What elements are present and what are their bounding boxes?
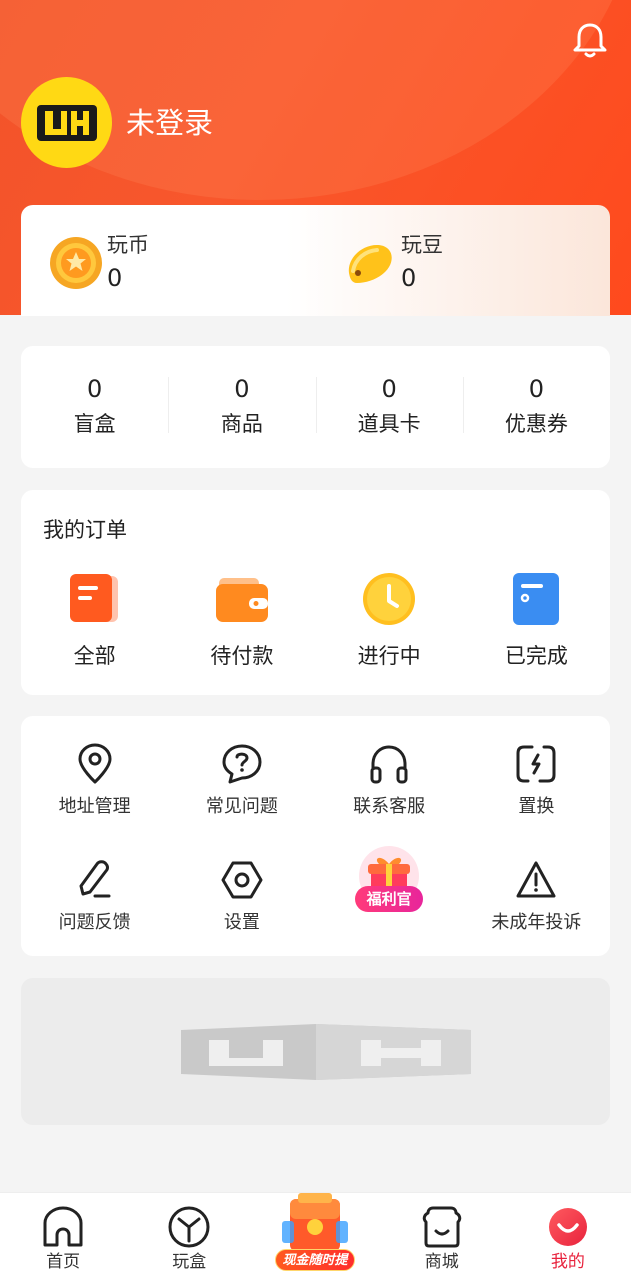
tab-mine[interactable]: 我的 [505, 1193, 631, 1280]
tab-label: 首页 [46, 1252, 81, 1272]
stat-value: 0 [234, 375, 250, 403]
tab-playbox[interactable]: 玩盒 [126, 1193, 252, 1280]
stat-value: 0 [528, 375, 545, 403]
wallet-icon [215, 578, 268, 622]
avatar[interactable] [21, 77, 112, 168]
stat-value: 0 [381, 375, 397, 403]
bell-icon[interactable] [570, 20, 610, 60]
beans-label: 玩豆 [401, 233, 443, 257]
coins-value: 0 [107, 264, 123, 292]
warning-icon [516, 861, 556, 898]
tool-settings[interactable]: 设置 [168, 858, 315, 936]
hexagon-settings-icon [221, 861, 263, 899]
stat-label: 盲盒 [73, 412, 116, 436]
stat-label: 商品 [220, 412, 263, 436]
home-icon [43, 1206, 83, 1247]
orders-title: 我的订单 [43, 518, 127, 542]
coins-balance[interactable]: 玩币 0 [49, 227, 249, 297]
coins-label: 玩币 [107, 233, 149, 257]
tab-home[interactable]: 首页 [0, 1193, 126, 1280]
box-icon [168, 1206, 210, 1248]
stat-goods[interactable]: 0 商品 [168, 373, 315, 441]
tool-faq[interactable]: 常见问题 [168, 742, 315, 820]
tool-label: 设置 [223, 912, 260, 933]
headphones-icon [370, 745, 408, 784]
tab-label: 我的 [550, 1252, 585, 1272]
stat-label: 优惠券 [504, 412, 568, 436]
beans-value: 0 [401, 264, 417, 292]
tool-label: 常见问题 [205, 796, 278, 817]
location-pin-icon [78, 743, 112, 784]
tab-mall[interactable]: 商城 [379, 1193, 505, 1280]
cash-promo-button[interactable]: 现金随时提 [272, 1193, 358, 1275]
gift-box-icon: 福利官 [355, 846, 424, 912]
uh-placeholder-logo [181, 1024, 471, 1080]
stat-value: 0 [86, 375, 103, 403]
order-label: 进行中 [357, 644, 421, 668]
profile-icon [548, 1208, 587, 1246]
tool-label: 地址管理 [58, 796, 131, 817]
question-bubble-icon [222, 744, 262, 784]
red-envelope-icon [282, 1193, 348, 1251]
stat-blindbox[interactable]: 0 盲盒 [21, 373, 168, 441]
stat-coupons[interactable]: 0 优惠券 [462, 373, 610, 441]
bean-icon [348, 245, 392, 283]
beans-balance[interactable]: 玩豆 0 [343, 227, 543, 297]
banner-placeholder[interactable] [21, 978, 610, 1125]
stat-prop-cards[interactable]: 0 道具卡 [315, 373, 463, 441]
pen-icon [79, 860, 111, 898]
stat-label: 道具卡 [357, 412, 421, 436]
order-in-progress[interactable]: 进行中 [316, 570, 463, 670]
uh-logo-icon [36, 104, 97, 141]
tool-welfare[interactable]: 福利官 [316, 846, 463, 936]
order-all[interactable]: 全部 [21, 570, 168, 670]
order-completed[interactable]: 已完成 [463, 570, 610, 670]
services-card: 地址管理 常见问题 联系客服 置换 问题反馈 设置 福利官 未成年投诉 [21, 716, 610, 956]
tool-address[interactable]: 地址管理 [21, 742, 168, 820]
clock-icon [363, 573, 416, 625]
asset-stats-card: 0 盲盒 0 商品 0 道具卡 0 优惠券 [21, 346, 610, 468]
order-label: 全部 [73, 644, 116, 668]
tool-exchange[interactable]: 置换 [463, 742, 610, 820]
checklist-icon [513, 573, 560, 625]
shop-icon [422, 1206, 461, 1248]
tab-label: 玩盒 [172, 1252, 207, 1272]
order-pending-payment[interactable]: 待付款 [168, 570, 315, 670]
tool-minor-complaint[interactable]: 未成年投诉 [463, 858, 610, 936]
wallet-card: 玩币 0 玩豆 0 [21, 205, 610, 316]
tool-label: 未成年投诉 [491, 912, 582, 933]
exchange-icon [516, 745, 556, 783]
order-label: 已完成 [504, 644, 568, 668]
promo-label: 现金随时提 [275, 1249, 355, 1271]
tool-customer-service[interactable]: 联系客服 [316, 742, 463, 820]
tool-label: 联系客服 [353, 796, 426, 817]
document-icon [69, 574, 118, 622]
my-orders-card: 我的订单 全部 待付款 进行中 已完成 [21, 490, 610, 695]
tool-label: 问题反馈 [58, 912, 131, 933]
tool-label: 置换 [518, 796, 555, 817]
welfare-badge: 福利官 [355, 886, 424, 912]
login-status[interactable]: 未登录 [126, 103, 213, 143]
coin-icon [50, 237, 102, 289]
tab-label: 商城 [424, 1252, 459, 1272]
tool-feedback[interactable]: 问题反馈 [21, 858, 168, 936]
order-label: 待付款 [210, 644, 274, 668]
